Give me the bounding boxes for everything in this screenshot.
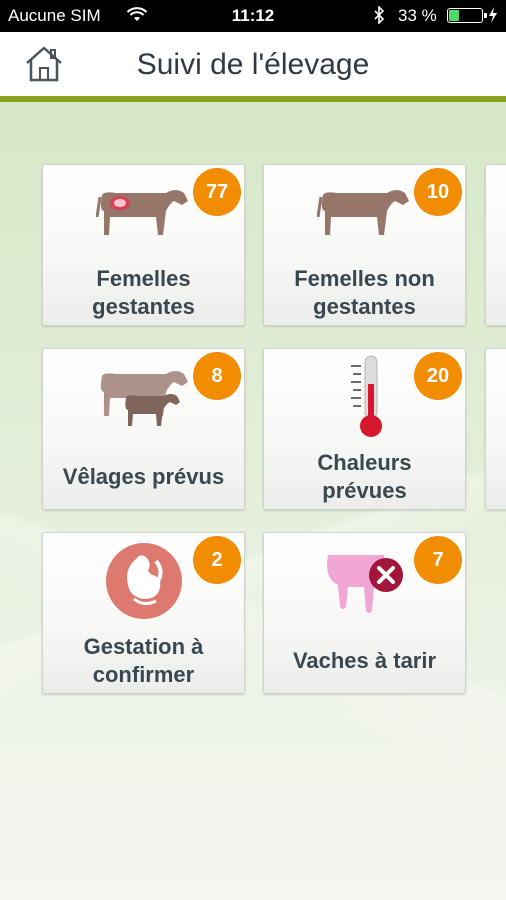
tile-femelles-non-gestantes[interactable]: Femelles non gestantes 10 — [263, 164, 466, 326]
tile-partial[interactable] — [485, 164, 506, 326]
tile-label-line2: gestantes — [92, 294, 195, 319]
battery-percent: 33 % — [398, 6, 437, 25]
tile-femelles-gestantes[interactable]: Femelles gestantes 77 — [42, 164, 245, 326]
count-badge: 2 — [193, 536, 241, 584]
tile-label-line2: gestantes — [313, 294, 416, 319]
tile-label-line1: Chaleurs — [317, 450, 412, 475]
status-bar: Aucune SIM 11:12 33 % — [0, 0, 506, 32]
count-badge: 10 — [414, 168, 462, 216]
page-title: Suivi de l'élevage — [136, 48, 370, 81]
tile-label-line1: Vêlages prévus — [62, 464, 225, 489]
bluetooth-icon — [373, 5, 385, 29]
tile-label-line2: confirmer — [92, 662, 195, 687]
battery-icon — [447, 8, 487, 23]
tile-label-line2: prévues — [322, 478, 407, 503]
count-badge: 7 — [414, 536, 462, 584]
count-badge: 20 — [414, 352, 462, 400]
tile-chaleurs-prevues[interactable]: Chaleurs prévues 20 — [263, 348, 466, 510]
tile-vaches-a-tarir[interactable]: Vaches à tarir 7 — [263, 532, 466, 694]
tile-label-line1: Gestation à — [83, 634, 204, 659]
tile-velages-prevus[interactable]: Vêlages prévus 8 — [42, 348, 245, 510]
tile-partial[interactable] — [485, 348, 506, 510]
dashboard: Femelles gestantes 77 Femelles non gesta… — [0, 102, 506, 900]
count-badge: 8 — [193, 352, 241, 400]
tile-label-line1: Vaches à tarir — [292, 648, 437, 673]
tile-gestation-a-confirmer[interactable]: Gestation à confirmer 2 — [42, 532, 245, 694]
tile-label-line1: Femelles — [96, 266, 191, 291]
charging-icon — [488, 6, 498, 29]
count-badge: 77 — [193, 168, 241, 216]
tile-label-line1: Femelles non — [294, 266, 435, 291]
nav-bar: Suivi de l'élevage — [0, 32, 506, 102]
